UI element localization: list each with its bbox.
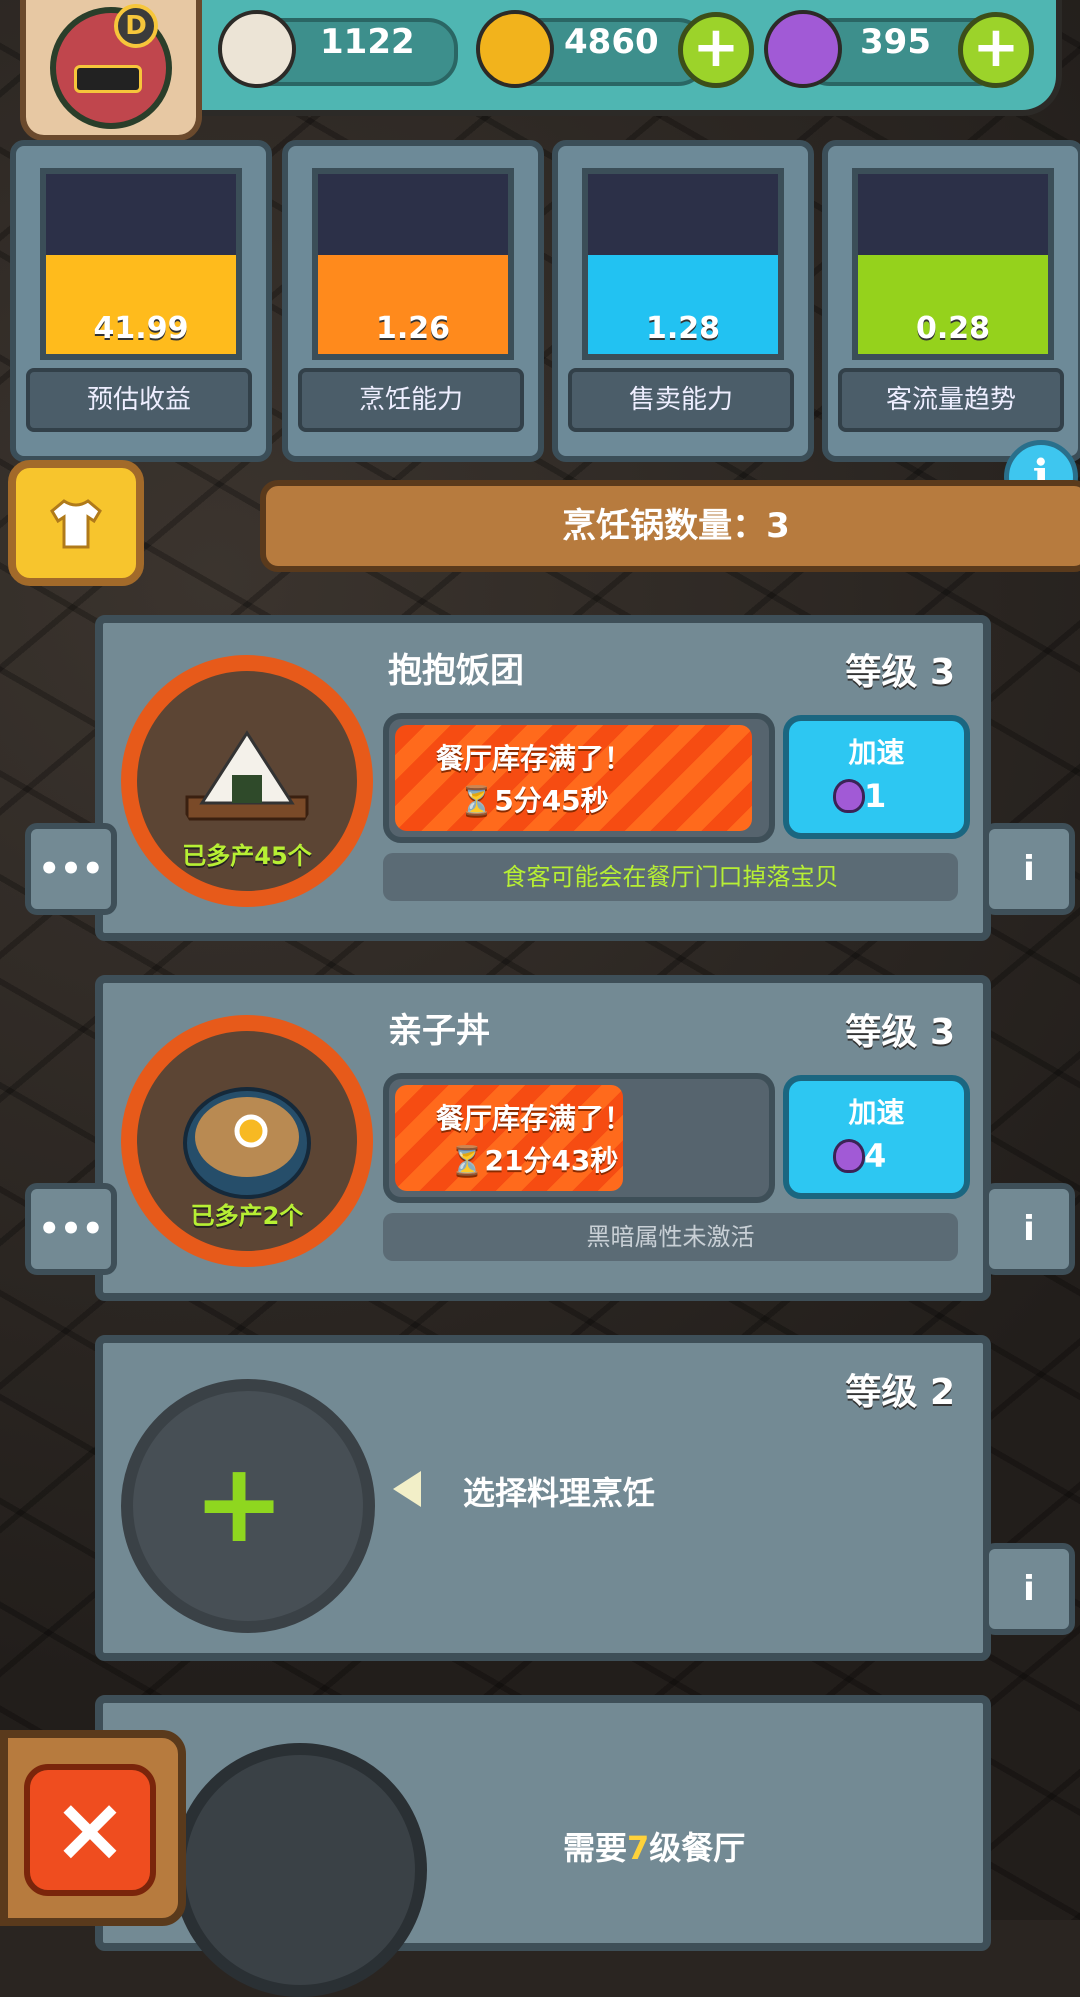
produced-count: 已多产2个 — [190, 1202, 304, 1230]
boost-button[interactable]: 加速 4 — [783, 1075, 970, 1199]
meter-cooking-ability: 1.26 烹饪能力 — [282, 140, 544, 462]
meter-estimated-income: 41.99 预估收益 — [10, 140, 272, 462]
rank-badge: D — [114, 4, 158, 48]
pot-level: 等级 2 — [845, 1372, 955, 1413]
dish-info-button[interactable]: i — [983, 823, 1075, 915]
arrow-left-icon — [393, 1471, 421, 1507]
meter-window: 41.99 — [40, 168, 242, 360]
meter-value: 41.99 — [93, 311, 189, 346]
locked-pot-card: 需要7级餐厅 — [95, 1695, 991, 1997]
more-options-button[interactable]: ••• — [25, 823, 117, 915]
produced-count: 已多产45个 — [182, 842, 312, 870]
potion-icon — [764, 10, 842, 88]
rice-ball-icon — [185, 730, 309, 821]
plus-icon: + — [193, 1439, 286, 1567]
meter-customer-trend: 0.28 客流量趋势 — [822, 140, 1080, 462]
meter-window: 1.26 — [312, 168, 514, 360]
dish-slot[interactable]: 已多产2个 — [121, 1015, 373, 1267]
coin-icon — [476, 10, 554, 88]
player-avatar[interactable]: D — [20, 0, 202, 141]
dish-card: 已多产2个 亲子丼 等级 3 餐厅库存满了！ ⏳21分43秒 加速 4 黑暗属性… — [25, 975, 1075, 1301]
more-options-button[interactable]: ••• — [25, 1183, 117, 1275]
meter-window: 1.28 — [582, 168, 784, 360]
close-panel: × — [0, 1730, 186, 1926]
shirt-icon — [50, 499, 102, 549]
eyeball-icon — [218, 10, 296, 88]
pot-info-button[interactable]: i — [983, 1543, 1075, 1635]
dish-hint: 黑暗属性未激活 — [383, 1213, 958, 1261]
meter-value: 1.28 — [645, 311, 721, 346]
dish-level: 等级 3 — [845, 1012, 955, 1053]
dish-name: 亲子丼 — [388, 1011, 490, 1051]
empty-pot-card: + 等级 2 选择料理烹饪 i — [95, 1335, 1075, 1661]
cooking-progress: 餐厅库存满了！ ⏳5分45秒 — [383, 713, 775, 843]
outfit-button[interactable] — [8, 460, 144, 586]
close-button[interactable]: × — [24, 1764, 156, 1896]
req-suffix: 级餐厅 — [649, 1829, 746, 1867]
boost-cost: 1 — [864, 777, 887, 815]
pot-count-banner: 烹饪锅数量：3 — [260, 480, 1080, 572]
progress-status: 餐厅库存满了！ — [435, 1102, 632, 1135]
req-prefix: 需要 — [563, 1829, 628, 1867]
rice-bowl-icon — [183, 1087, 311, 1199]
progress-timer: ⏳5分45秒 — [459, 784, 609, 817]
eyeball-count: 1122 — [320, 22, 415, 62]
potion-icon — [833, 1139, 865, 1173]
coin-count: 4860 — [564, 22, 659, 62]
dish-card: 已多产45个 抱抱饭团 等级 3 餐厅库存满了！ ⏳5分45秒 加速 1 食客可… — [25, 615, 1075, 941]
meter-value: 0.28 — [915, 311, 991, 346]
boost-label: 加速 — [848, 1096, 905, 1129]
meter-label: 烹饪能力 — [298, 368, 524, 432]
dish-hint: 食客可能会在餐厅门口掉落宝贝 — [383, 853, 958, 901]
boost-label: 加速 — [848, 736, 905, 769]
meter-selling-ability: 1.28 售卖能力 — [552, 140, 814, 462]
potion-count: 395 — [860, 22, 931, 62]
meter-value: 1.26 — [375, 311, 451, 346]
dish-name: 抱抱饭团 — [388, 651, 524, 691]
add-potion-button[interactable]: + — [958, 12, 1034, 88]
meter-label: 售卖能力 — [568, 368, 794, 432]
meter-label: 客流量趋势 — [838, 368, 1064, 432]
boost-cost: 4 — [864, 1137, 887, 1175]
meter-window: 0.28 — [852, 168, 1054, 360]
lock-icon — [173, 1743, 427, 1997]
dish-slot[interactable]: 已多产45个 — [121, 655, 373, 907]
progress-status: 餐厅库存满了！ — [435, 742, 632, 775]
dish-level: 等级 3 — [845, 652, 955, 693]
add-coin-button[interactable]: + — [678, 12, 754, 88]
add-dish-slot[interactable]: + — [121, 1379, 375, 1633]
potion-icon — [833, 779, 865, 813]
dish-info-button[interactable]: i — [983, 1183, 1075, 1275]
req-level: 7 — [627, 1829, 650, 1867]
cooking-progress: 餐厅库存满了！ ⏳21分43秒 — [383, 1073, 775, 1203]
boost-button[interactable]: 加速 1 — [783, 715, 970, 839]
meter-label: 预估收益 — [26, 368, 252, 432]
unlock-requirement: 需要7级餐厅 — [563, 1823, 745, 1869]
progress-timer: ⏳21分43秒 — [449, 1144, 619, 1177]
select-dish-prompt[interactable]: 选择料理烹饪 — [463, 1468, 655, 1514]
